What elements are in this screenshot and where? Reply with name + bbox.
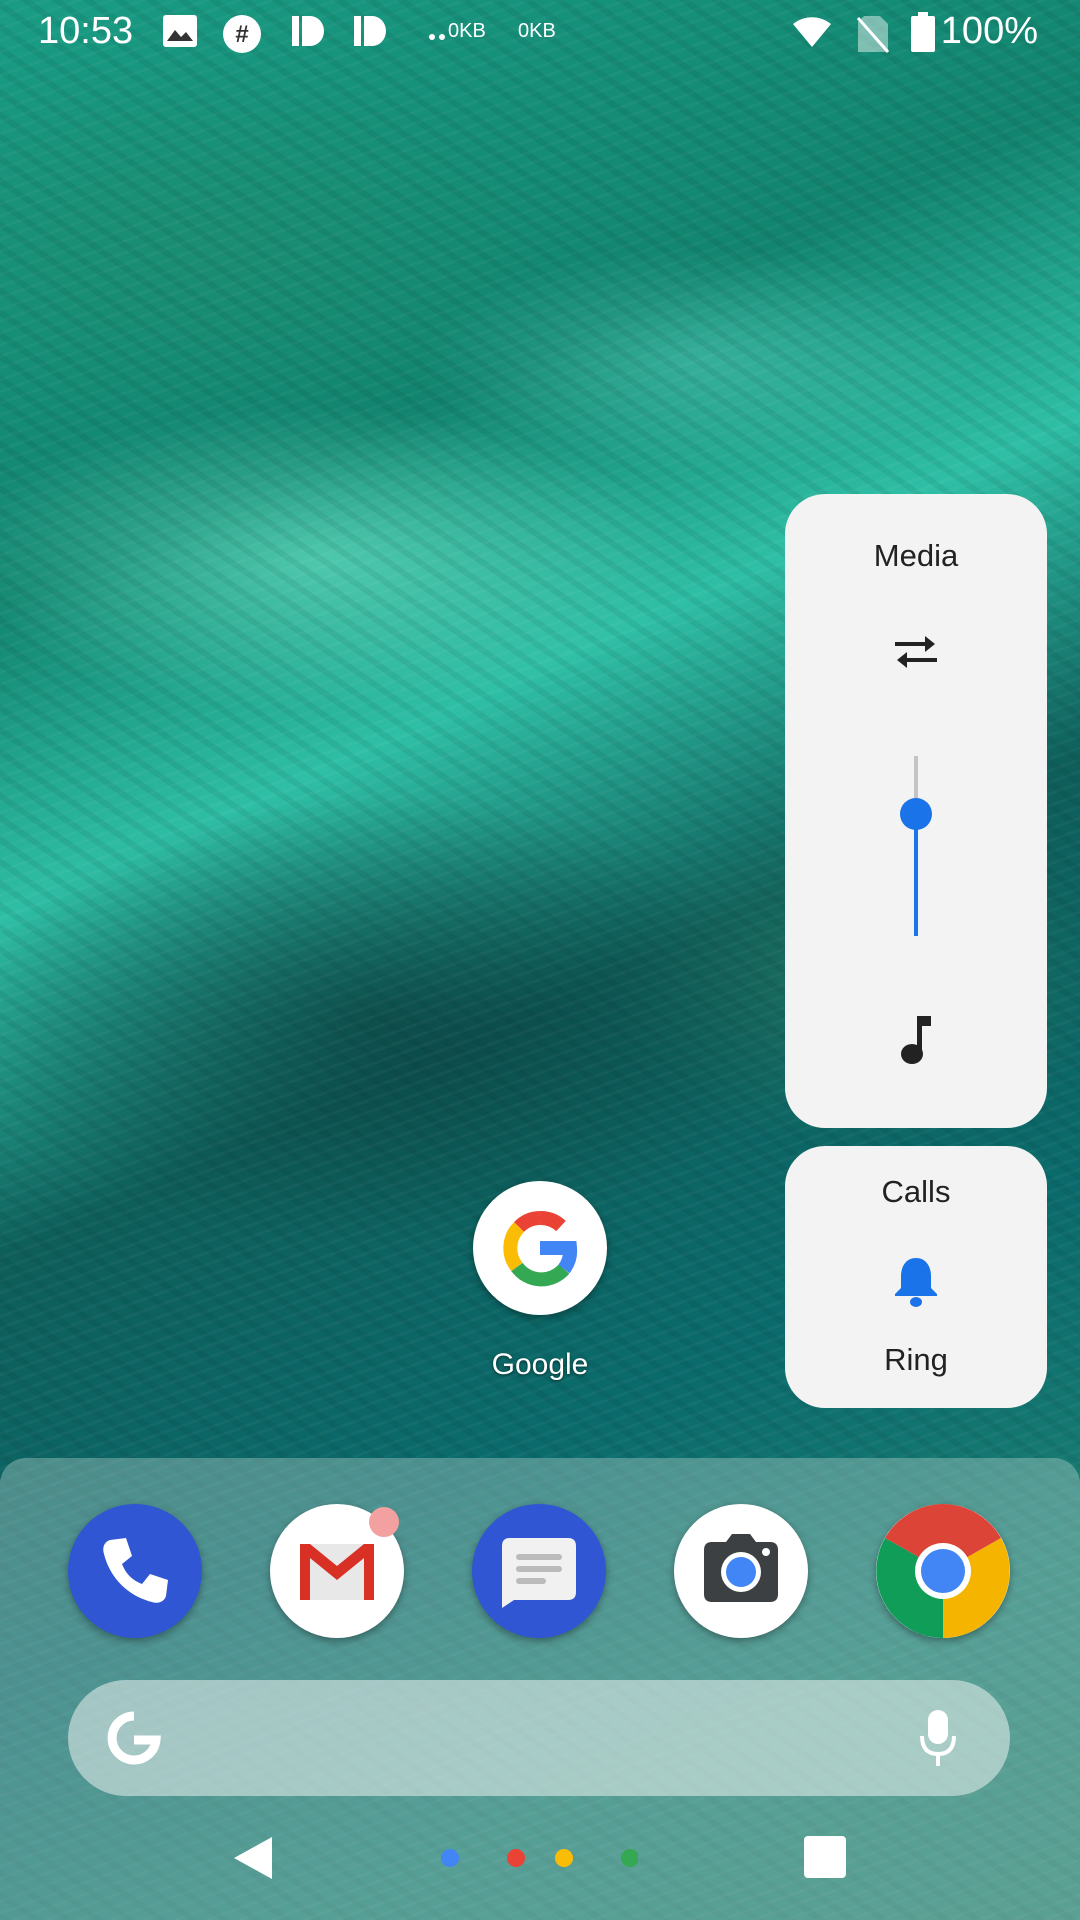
google-app-icon[interactable] [473,1181,607,1315]
net-speed-up: 0KB [448,20,486,42]
dots-icon [428,28,450,46]
id-app-icon-2 [352,14,388,53]
slider-thumb[interactable] [900,798,932,830]
calls-volume-title: Calls [881,1174,951,1209]
svg-text:#: # [235,21,248,48]
gmail-icon[interactable] [270,1504,404,1638]
recents-button[interactable] [804,1836,846,1878]
google-app-label: Google [491,1348,589,1381]
media-volume-title: Media [873,538,959,573]
back-button[interactable] [232,1835,274,1886]
bell-icon[interactable] [891,1254,941,1313]
google-g-icon [102,1706,166,1775]
calls-volume-panel: Calls Ring [785,1146,1047,1408]
image-icon [162,14,198,53]
net-speed-down: 0KB [518,20,556,42]
no-sim-icon [856,14,890,59]
wifi-icon [792,16,832,53]
clock: 10:53 [38,10,134,52]
music-note-icon[interactable] [895,1014,937,1071]
google-search-bar[interactable] [68,1680,1010,1796]
media-volume-panel: Media [785,494,1047,1128]
messages-icon[interactable] [472,1504,606,1638]
chrome-icon[interactable] [876,1504,1010,1638]
microphone-icon[interactable] [918,1708,958,1773]
home-button[interactable] [438,1848,639,1873]
battery-percent: 100% [940,10,1038,52]
camera-icon[interactable] [674,1504,808,1638]
slider-fill [914,814,918,936]
slack-icon: # [222,14,262,59]
phone-icon[interactable] [68,1504,202,1638]
media-volume-slider[interactable] [900,756,932,936]
output-switch-icon[interactable] [891,632,941,677]
status-bar: 10:53 # 0KB 0KB 100% [0,0,1080,64]
battery-icon [910,12,936,57]
ringer-mode-label[interactable]: Ring [785,1342,1047,1378]
id-app-icon [290,14,326,53]
